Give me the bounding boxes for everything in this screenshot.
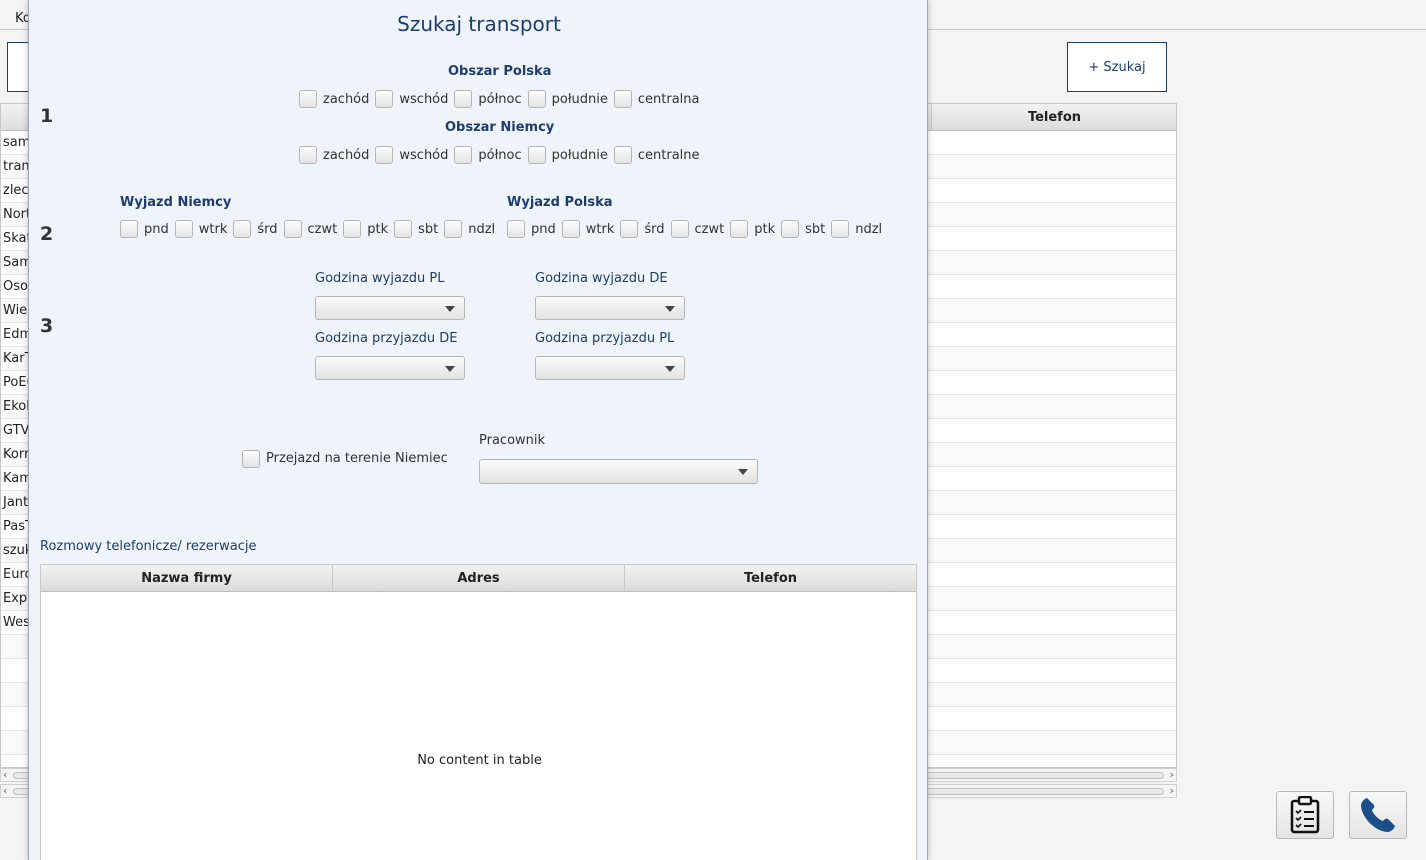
wyjazd-niemcy-day-checkbox[interactable] bbox=[394, 220, 413, 238]
godzina-przyjazdu-de-label: Godzina przyjazdu DE bbox=[315, 331, 458, 346]
wyjazd-niemcy-day-checkbox[interactable] bbox=[120, 220, 138, 238]
obszar-niemcy-label: centralne bbox=[637, 147, 700, 163]
obszar-polska-checkbox[interactable] bbox=[527, 90, 546, 108]
obszar-polska-label: południe bbox=[551, 91, 608, 107]
wyjazd-niemcy-day-label: ndzl bbox=[468, 221, 496, 237]
phone-button[interactable] bbox=[1349, 791, 1407, 839]
godzina-przyjazdu-pl-combo[interactable] bbox=[535, 356, 685, 380]
clipboard-icon bbox=[1290, 796, 1320, 834]
calls-table: Nazwa firmy Adres Telefon No content in … bbox=[40, 564, 917, 860]
obszar-polska-options: zachód wschód północ południe centralna bbox=[299, 89, 706, 109]
chevron-down-icon bbox=[665, 306, 675, 312]
godzina-wyjazdu-pl-label: Godzina wyjazdu PL bbox=[315, 271, 445, 286]
wyjazd-niemcy-day-label: wtrk bbox=[198, 221, 228, 237]
scroll-left-icon[interactable]: ‹ bbox=[3, 784, 7, 797]
obszar-niemcy-label: zachód bbox=[323, 147, 370, 163]
obszar-niemcy-title: Obszar Niemcy bbox=[445, 120, 555, 135]
column-header-nazwa-firmy[interactable]: Nazwa firmy bbox=[41, 565, 333, 591]
column-header-telefon[interactable]: Telefon bbox=[625, 565, 916, 591]
phone-icon bbox=[1361, 798, 1395, 832]
obszar-niemcy-checkbox[interactable] bbox=[375, 146, 394, 164]
scroll-left-icon[interactable]: ‹ bbox=[3, 768, 7, 781]
step-number-3: 3 bbox=[40, 315, 54, 337]
obszar-polska-checkbox[interactable] bbox=[613, 90, 632, 108]
wyjazd-polska-day-checkbox[interactable] bbox=[831, 220, 850, 238]
wyjazd-niemcy-day-label: ptk bbox=[367, 221, 389, 237]
wyjazd-niemcy-day-checkbox[interactable] bbox=[174, 220, 193, 238]
obszar-niemcy-label: południe bbox=[551, 147, 608, 163]
chevron-down-icon bbox=[445, 366, 455, 372]
clipboard-button[interactable] bbox=[1276, 791, 1334, 839]
pracownik-label: Pracownik bbox=[479, 433, 546, 448]
wyjazd-niemcy-day-checkbox[interactable] bbox=[343, 220, 362, 238]
obszar-niemcy-label: północ bbox=[478, 147, 522, 163]
wyjazd-niemcy-days: pnd wtrk śrd czwt ptk sbt ndzl bbox=[120, 219, 501, 239]
wyjazd-niemcy-day-checkbox[interactable] bbox=[283, 220, 302, 238]
wyjazd-polska-day-label: śrd bbox=[644, 221, 665, 237]
godzina-przyjazdu-de-combo[interactable] bbox=[315, 356, 465, 380]
wyjazd-niemcy-day-checkbox[interactable] bbox=[233, 220, 252, 238]
obszar-polska-label: zachód bbox=[323, 91, 370, 107]
step-number-1: 1 bbox=[40, 105, 54, 127]
obszar-polska-label: wschód bbox=[399, 91, 449, 107]
column-header-telefon[interactable]: Telefon bbox=[931, 104, 1176, 131]
obszar-niemcy-options: zachód wschód północ południe centralne bbox=[299, 145, 706, 165]
godzina-wyjazdu-pl-combo[interactable] bbox=[315, 296, 465, 320]
obszar-polska-label: centralna bbox=[637, 91, 700, 107]
obszar-polska-checkbox[interactable] bbox=[375, 90, 394, 108]
empty-table-message: No content in table bbox=[417, 753, 542, 768]
scroll-right-icon[interactable]: › bbox=[1170, 784, 1174, 797]
chevron-down-icon bbox=[738, 469, 748, 475]
wyjazd-polska-day-checkbox[interactable] bbox=[730, 220, 749, 238]
wyjazd-polska-day-label: wtrk bbox=[585, 221, 615, 237]
godzina-wyjazdu-de-combo[interactable] bbox=[535, 296, 685, 320]
wyjazd-niemcy-title: Wyjazd Niemcy bbox=[120, 195, 232, 210]
chevron-down-icon bbox=[665, 366, 675, 372]
calls-label: Rozmowy telefonicze/ rezerwacje bbox=[40, 539, 257, 554]
obszar-niemcy-checkbox[interactable] bbox=[613, 146, 632, 164]
przejazd-niemcy-label: Przejazd na terenie Niemiec bbox=[266, 451, 448, 466]
search-button[interactable]: + Szukaj bbox=[1067, 42, 1167, 92]
column-header-adres[interactable]: Adres bbox=[333, 565, 625, 591]
scroll-right-icon[interactable]: › bbox=[1170, 768, 1174, 781]
wyjazd-polska-day-checkbox[interactable] bbox=[507, 220, 525, 238]
calls-table-header: Nazwa firmy Adres Telefon bbox=[41, 565, 916, 592]
obszar-polska-checkbox[interactable] bbox=[454, 90, 473, 108]
wyjazd-niemcy-day-label: czwt bbox=[307, 221, 338, 237]
obszar-polska-checkbox[interactable] bbox=[299, 90, 317, 108]
wyjazd-polska-day-label: ndzl bbox=[855, 221, 883, 237]
wyjazd-polska-day-checkbox[interactable] bbox=[620, 220, 639, 238]
dialog-title: Szukaj transport bbox=[397, 12, 561, 36]
wyjazd-polska-days: pnd wtrk śrd czwt ptk sbt ndzl bbox=[507, 219, 888, 239]
obszar-polska-title: Obszar Polska bbox=[448, 64, 552, 79]
chevron-down-icon bbox=[445, 306, 455, 312]
obszar-niemcy-checkbox[interactable] bbox=[454, 146, 473, 164]
wyjazd-polska-title: Wyjazd Polska bbox=[507, 195, 613, 210]
wyjazd-polska-day-label: ptk bbox=[754, 221, 776, 237]
step-number-2: 2 bbox=[40, 223, 54, 245]
pracownik-combo[interactable] bbox=[479, 459, 758, 484]
wyjazd-polska-day-checkbox[interactable] bbox=[670, 220, 689, 238]
wyjazd-polska-day-label: pnd bbox=[531, 221, 556, 237]
przejazd-niemcy-checkbox[interactable] bbox=[242, 450, 260, 468]
obszar-polska-label: północ bbox=[478, 91, 522, 107]
obszar-niemcy-checkbox[interactable] bbox=[527, 146, 546, 164]
wyjazd-polska-day-label: czwt bbox=[694, 221, 725, 237]
obszar-niemcy-label: wschód bbox=[399, 147, 449, 163]
wyjazd-niemcy-day-label: pnd bbox=[144, 221, 169, 237]
wyjazd-polska-day-label: sbt bbox=[805, 221, 826, 237]
godzina-przyjazdu-pl-label: Godzina przyjazdu PL bbox=[535, 331, 675, 346]
obszar-niemcy-checkbox[interactable] bbox=[299, 146, 317, 164]
godzina-wyjazdu-de-label: Godzina wyjazdu DE bbox=[535, 271, 668, 286]
wyjazd-niemcy-day-checkbox[interactable] bbox=[444, 220, 463, 238]
wyjazd-niemcy-day-label: sbt bbox=[418, 221, 439, 237]
wyjazd-polska-day-checkbox[interactable] bbox=[561, 220, 580, 238]
wyjazd-polska-day-checkbox[interactable] bbox=[781, 220, 800, 238]
wyjazd-niemcy-day-label: śrd bbox=[257, 221, 278, 237]
search-transport-dialog: Szukaj transport 1 2 3 Obszar Polska zac… bbox=[28, 0, 928, 860]
